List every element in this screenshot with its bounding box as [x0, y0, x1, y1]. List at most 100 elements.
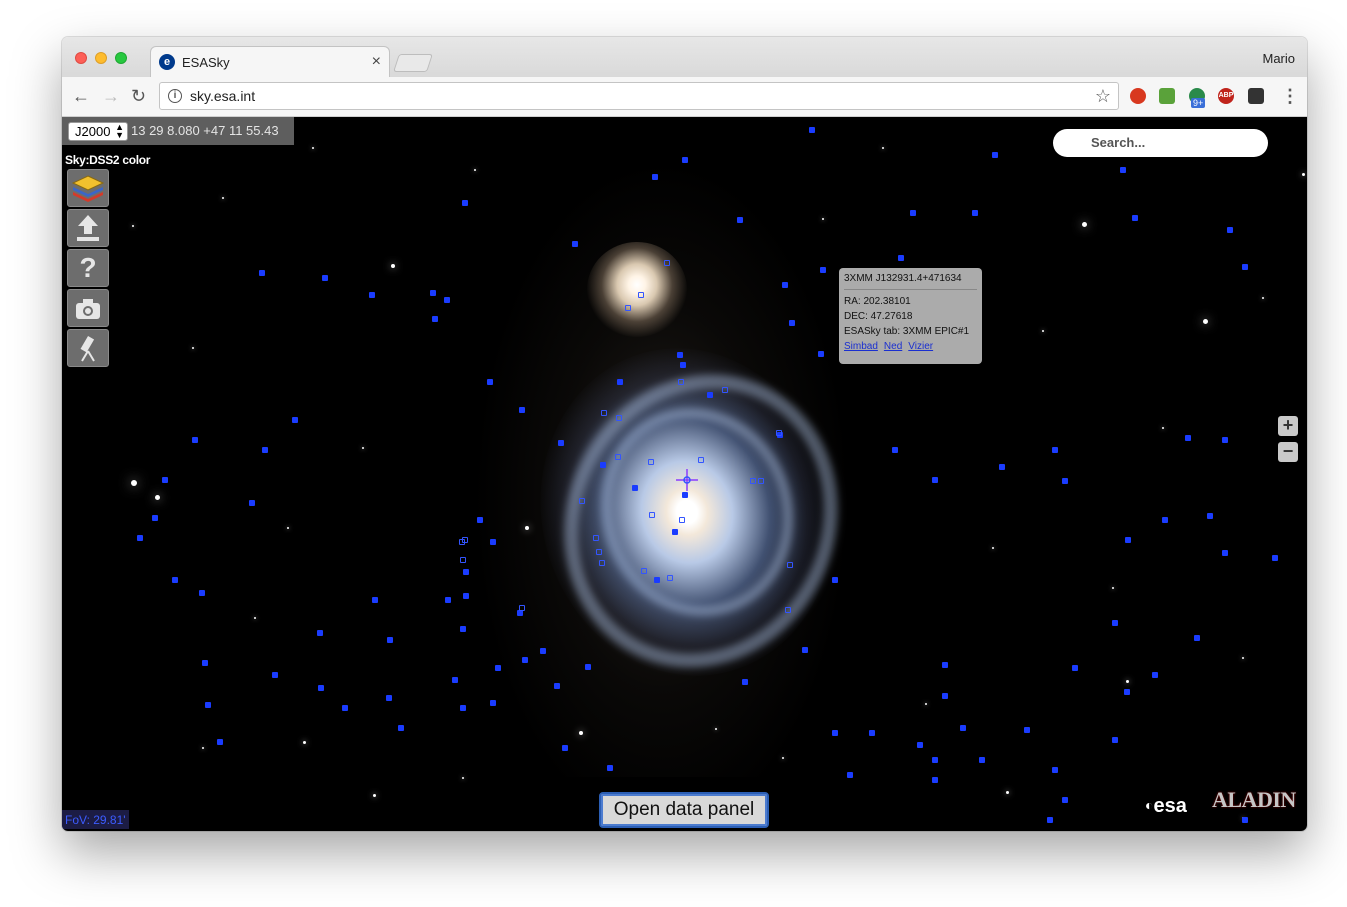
catalogue-source-marker[interactable]: [638, 292, 644, 298]
tab-esasky[interactable]: e ESASky ×: [150, 46, 390, 78]
catalogue-source-marker[interactable]: [616, 415, 622, 421]
catalogue-source-marker[interactable]: [172, 577, 178, 583]
catalogue-source-marker[interactable]: [664, 260, 670, 266]
catalogue-source-marker[interactable]: [680, 362, 686, 368]
catalogue-source-marker[interactable]: [463, 569, 469, 575]
catalogue-source-marker[interactable]: [519, 407, 525, 413]
catalogue-source-marker[interactable]: [1112, 620, 1118, 626]
minimize-window-button[interactable]: [95, 52, 107, 64]
catalogue-source-marker[interactable]: [1162, 517, 1168, 523]
catalogue-source-marker[interactable]: [1272, 555, 1278, 561]
catalogue-source-marker[interactable]: [737, 217, 743, 223]
catalogue-source-marker[interactable]: [1227, 227, 1233, 233]
catalogue-source-marker[interactable]: [600, 462, 606, 468]
catalogue-source-marker[interactable]: [1222, 550, 1228, 556]
catalogue-source-marker[interactable]: [632, 485, 638, 491]
site-info-icon[interactable]: i: [168, 89, 182, 103]
catalogue-source-marker[interactable]: [820, 267, 826, 273]
catalogue-source-marker[interactable]: [942, 693, 948, 699]
catalogue-source-marker[interactable]: [758, 478, 764, 484]
browser-menu-icon[interactable]: ⋮: [1281, 86, 1299, 106]
catalogue-source-marker[interactable]: [802, 647, 808, 653]
catalogue-source-marker[interactable]: [832, 577, 838, 583]
catalogue-source-marker[interactable]: [342, 705, 348, 711]
catalogue-source-marker[interactable]: [979, 757, 985, 763]
open-data-panel-button[interactable]: Open data panel: [599, 792, 769, 828]
catalogue-source-marker[interactable]: [398, 725, 404, 731]
catalogue-source-marker[interactable]: [932, 757, 938, 763]
catalogue-source-marker[interactable]: [1062, 797, 1068, 803]
catalogue-source-marker[interactable]: [572, 241, 578, 247]
catalogue-source-marker[interactable]: [522, 657, 528, 663]
catalogue-source-marker[interactable]: [847, 772, 853, 778]
catalogue-source-marker[interactable]: [917, 742, 923, 748]
close-window-button[interactable]: [75, 52, 87, 64]
catalogue-source-marker[interactable]: [369, 292, 375, 298]
catalogue-source-marker[interactable]: [1120, 167, 1126, 173]
zoom-in-button[interactable]: +: [1278, 416, 1298, 436]
catalogue-source-marker[interactable]: [972, 210, 978, 216]
catalogue-source-marker[interactable]: [444, 297, 450, 303]
catalogue-source-marker[interactable]: [162, 477, 168, 483]
observation-planning-button[interactable]: [67, 329, 109, 367]
catalogue-source-marker[interactable]: [262, 447, 268, 453]
catalogue-source-marker[interactable]: [649, 512, 655, 518]
profile-name[interactable]: Mario: [1262, 51, 1295, 66]
catalogue-source-marker[interactable]: [1062, 478, 1068, 484]
catalogue-source-marker[interactable]: [137, 535, 143, 541]
catalogue-source-marker[interactable]: [259, 270, 265, 276]
bookmark-star-icon[interactable]: ☆: [1095, 86, 1111, 107]
address-bar[interactable]: i sky.esa.int ☆: [159, 82, 1119, 110]
catalogue-source-marker[interactable]: [698, 457, 704, 463]
catalogue-source-marker[interactable]: [682, 157, 688, 163]
catalogue-source-marker[interactable]: [430, 290, 436, 296]
catalogue-source-marker[interactable]: [463, 593, 469, 599]
ublock-icon[interactable]: [1130, 88, 1146, 104]
catalogue-source-marker[interactable]: [960, 725, 966, 731]
help-button[interactable]: ?: [67, 249, 109, 287]
catalogue-source-marker[interactable]: [641, 568, 647, 574]
catalogue-source-marker[interactable]: [599, 560, 605, 566]
catalogue-source-marker[interactable]: [1132, 215, 1138, 221]
catalogue-source-marker[interactable]: [386, 695, 392, 701]
catalogue-source-marker[interactable]: [249, 500, 255, 506]
catalogue-source-marker[interactable]: [785, 607, 791, 613]
catalogue-source-marker[interactable]: [742, 679, 748, 685]
catalogue-source-marker[interactable]: [593, 535, 599, 541]
catalogue-source-marker[interactable]: [832, 730, 838, 736]
catalogue-source-marker[interactable]: [579, 498, 585, 504]
upload-button[interactable]: [67, 209, 109, 247]
catalogue-source-marker[interactable]: [558, 440, 564, 446]
search-input[interactable]: Search...: [1053, 129, 1268, 157]
catalogue-source-marker[interactable]: [617, 379, 623, 385]
coordinate-frame-select[interactable]: J2000 ▲ ▼: [68, 122, 128, 141]
catalogue-source-marker[interactable]: [1124, 689, 1130, 695]
catalogue-source-marker[interactable]: [625, 305, 631, 311]
simbad-link[interactable]: Simbad: [844, 341, 878, 352]
catalogue-source-marker[interactable]: [678, 379, 684, 385]
catalogue-source-marker[interactable]: [1242, 817, 1248, 823]
catalogue-source-marker[interactable]: [562, 745, 568, 751]
adblock-plus-icon[interactable]: ABP: [1218, 88, 1234, 104]
catalogue-source-marker[interactable]: [199, 590, 205, 596]
catalogue-source-marker[interactable]: [932, 777, 938, 783]
screenshot-button[interactable]: [67, 289, 109, 327]
url-text[interactable]: sky.esa.int: [190, 88, 255, 104]
catalogue-source-marker[interactable]: [202, 660, 208, 666]
puzzle-extension-icon[interactable]: [1248, 88, 1264, 104]
catalogue-source-marker[interactable]: [615, 454, 621, 460]
reload-button[interactable]: ↻: [131, 86, 146, 106]
catalogue-source-marker[interactable]: [787, 562, 793, 568]
catalogue-source-marker[interactable]: [317, 630, 323, 636]
catalogue-source-marker[interactable]: [818, 351, 824, 357]
catalogue-source-marker[interactable]: [596, 549, 602, 555]
catalogue-source-marker[interactable]: [1052, 767, 1058, 773]
catalogue-source-marker[interactable]: [1112, 737, 1118, 743]
catalogue-source-marker[interactable]: [679, 517, 685, 523]
catalogue-source-marker[interactable]: [460, 557, 466, 563]
catalogue-source-marker[interactable]: [1222, 437, 1228, 443]
catalogue-source-marker[interactable]: [898, 255, 904, 261]
catalogue-source-marker[interactable]: [1047, 817, 1053, 823]
catalogue-source-marker[interactable]: [554, 683, 560, 689]
catalogue-source-marker[interactable]: [272, 672, 278, 678]
